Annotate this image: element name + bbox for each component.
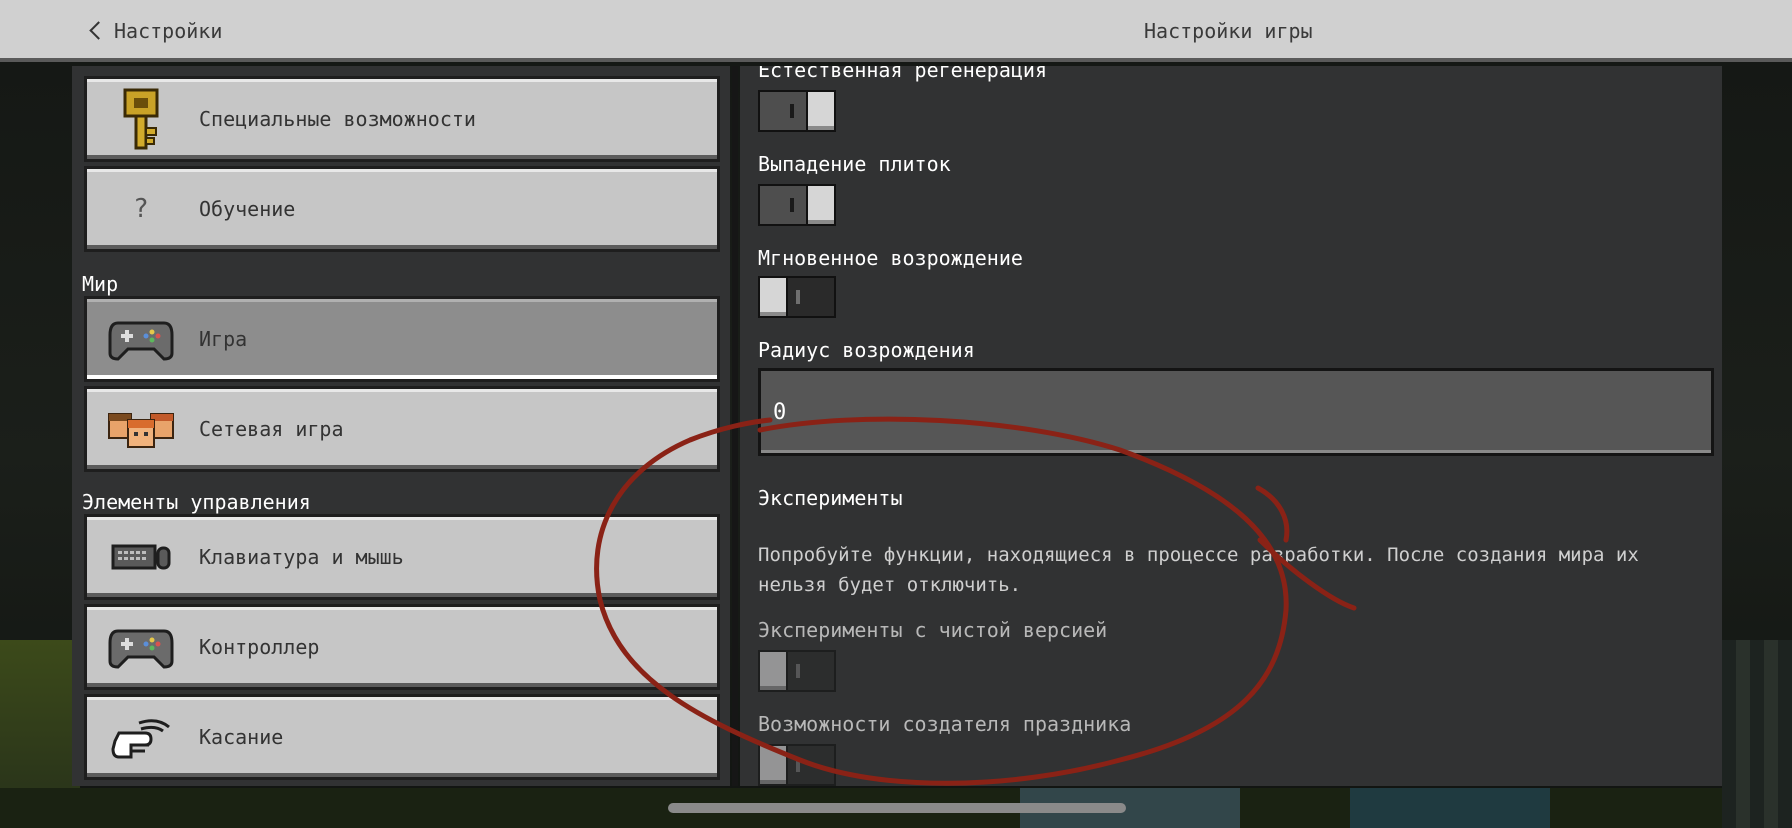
sidebar-item-label: Контроллер	[199, 635, 320, 659]
natural-regen-label: Естественная регенерация	[758, 66, 1047, 82]
sidebar-item-keyboard-mouse[interactable]: Клавиатура и мышь	[84, 514, 720, 600]
sidebar-item-touch[interactable]: Касание	[84, 694, 720, 780]
section-label-controls: Элементы управления	[82, 490, 311, 514]
settings-sidebar: Специальные возможности ? Обучение Мир И…	[72, 66, 738, 786]
key-icon	[91, 88, 191, 150]
game-settings-panel: Естественная регенерация Выпадение плито…	[740, 66, 1722, 786]
sidebar-item-label: Клавиатура и мышь	[199, 545, 404, 569]
tile-drops-toggle[interactable]	[758, 184, 836, 226]
sidebar-item-tutorial[interactable]: ? Обучение	[84, 166, 720, 252]
respawn-radius-input[interactable]	[773, 395, 1673, 429]
experiments-description: Попробуйте функции, находящиеся в процес…	[758, 544, 1639, 596]
keyboard-mouse-icon	[91, 542, 191, 572]
sidebar-item-label: Сетевая игра	[199, 417, 344, 441]
back-label: Настройки	[114, 19, 223, 43]
gamepad-icon	[91, 317, 191, 361]
sidebar-item-accessibility[interactable]: Специальные возможности	[84, 76, 720, 162]
section-label-world: Мир	[82, 272, 119, 296]
sidebar-item-label: Игра	[199, 327, 248, 351]
sidebar-item-game[interactable]: Игра	[84, 296, 720, 382]
instant-respawn-toggle[interactable]	[758, 276, 836, 318]
players-icon	[91, 410, 191, 448]
sidebar-item-label: Специальные возможности	[199, 107, 476, 131]
holiday-creator-label: Возможности создателя праздника	[758, 712, 1132, 736]
vanilla-experiments-label: Эксперименты с чистой версией	[758, 618, 1108, 642]
gamepad-icon	[91, 625, 191, 669]
instant-respawn-label: Мгновенное возрождение	[758, 246, 1023, 270]
sidebar-item-multiplayer[interactable]: Сетевая игра	[84, 386, 720, 472]
sidebar-item-controller[interactable]: Контроллер	[84, 604, 720, 690]
respawn-radius-label: Радиус возрождения	[758, 338, 975, 362]
holiday-creator-toggle[interactable]	[758, 744, 836, 786]
vanilla-experiments-toggle[interactable]	[758, 650, 836, 692]
sidebar-item-label: Касание	[199, 725, 284, 749]
experiments-heading: Эксперименты	[758, 486, 903, 510]
question-icon: ?	[133, 194, 149, 224]
tile-drops-label: Выпадение плиток	[758, 152, 951, 176]
home-indicator[interactable]	[668, 803, 1126, 813]
chevron-left-icon	[88, 21, 102, 41]
top-bar: Настройки Настройки игры	[0, 0, 1792, 62]
page-title: Настройки игры	[1144, 19, 1313, 43]
panel-divider	[732, 66, 738, 786]
back-button[interactable]: Настройки	[88, 14, 222, 48]
touch-icon	[91, 713, 191, 761]
respawn-radius-field[interactable]	[758, 368, 1714, 456]
sidebar-item-label: Обучение	[199, 197, 296, 221]
natural-regen-toggle[interactable]	[758, 90, 836, 132]
